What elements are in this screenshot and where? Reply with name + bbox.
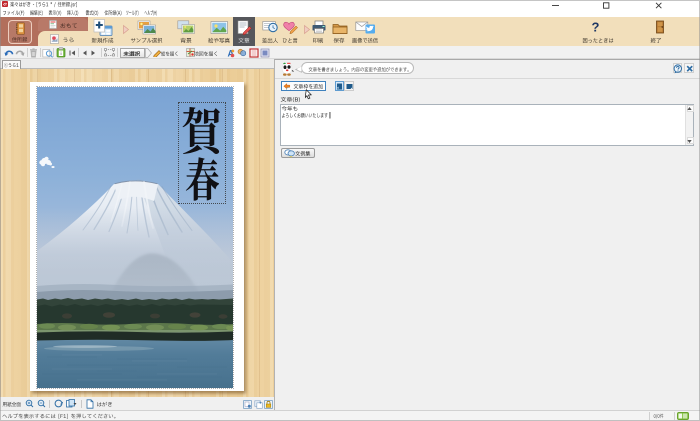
svg-text:?: ?	[592, 20, 600, 35]
